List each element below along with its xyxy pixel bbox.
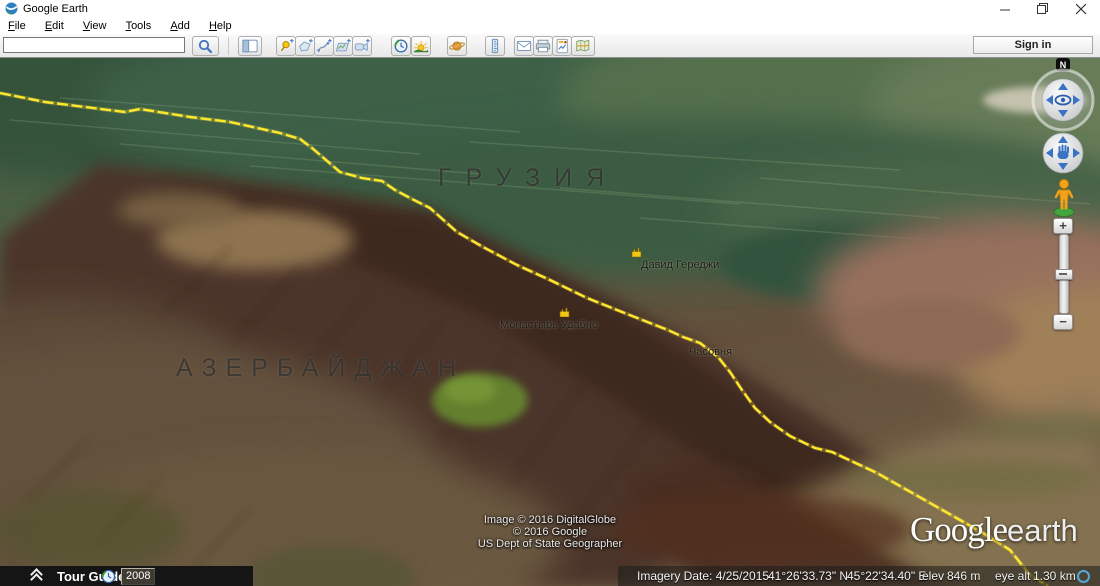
move-joystick[interactable] <box>1040 130 1086 181</box>
imagery-date: Imagery Date: 4/25/2015 <box>637 569 770 583</box>
google-earth-window: Google Earth File Edit View Tools Add He… <box>0 0 1100 586</box>
title-bar: Google Earth <box>0 0 1100 18</box>
search-button[interactable] <box>192 36 219 56</box>
placemark-icon <box>280 38 294 52</box>
menu-edit[interactable]: Edit <box>37 18 72 32</box>
history-clock-icon <box>101 569 116 583</box>
menu-view[interactable]: View <box>75 18 115 32</box>
print-button[interactable] <box>533 36 553 56</box>
restore-button[interactable] <box>1026 0 1060 18</box>
email-button[interactable] <box>514 36 534 56</box>
country-label-georgia: ГРУЗИЯ <box>438 164 619 192</box>
imagery-year-badge: 2008 <box>121 567 156 585</box>
printer-icon <box>535 39 551 53</box>
history-clock-icon <box>394 39 408 53</box>
image-overlay-icon <box>335 38 351 52</box>
sun-icon <box>413 41 429 53</box>
window-title: Google Earth <box>23 3 88 15</box>
google-maps-icon <box>576 39 590 52</box>
logo-earth-text: earth <box>1007 513 1078 548</box>
streaming-progress-icon <box>1077 570 1090 583</box>
email-icon <box>516 41 532 51</box>
historical-imagery-indicator[interactable]: 2008 <box>101 567 156 585</box>
eye-altitude-label: eye alt <box>995 569 1031 583</box>
latitude-readout: 41°26'33.73" N <box>768 569 849 583</box>
copyright-line: © 2016 Google <box>512 526 588 539</box>
ruler-icon <box>491 38 499 54</box>
search-icon <box>198 39 212 54</box>
zoom-in-button[interactable]: + <box>1053 218 1073 234</box>
planets-button[interactable] <box>447 36 467 56</box>
longitude-readout: 45°22'34.40" E <box>847 569 927 583</box>
sunlight-button[interactable] <box>411 36 431 56</box>
add-placemark-button[interactable] <box>276 36 296 56</box>
sidebar-icon <box>242 39 258 53</box>
elevation-value: 846 m <box>947 569 981 583</box>
elevation-label: elev <box>922 569 945 583</box>
ruler-button[interactable] <box>485 36 505 56</box>
logo-google-text: Google <box>910 510 1008 549</box>
menu-tools[interactable]: Tools <box>118 18 160 32</box>
path-icon <box>317 38 332 52</box>
pegman[interactable] <box>1051 176 1077 223</box>
sign-in-button[interactable]: Sign in <box>973 36 1093 54</box>
copyright-line: US Dept of State Geographer <box>477 538 623 551</box>
add-image-overlay-button[interactable] <box>333 36 353 56</box>
pegman-figure-icon <box>1054 179 1074 210</box>
search-input[interactable] <box>3 37 185 53</box>
menu-bar: File Edit View Tools Add Help <box>0 18 1100 34</box>
map-viewport: ГРУЗИЯ АЗЕРБАЙДЖАН Давид Гереджи Монасты… <box>0 58 1100 586</box>
menu-add[interactable]: Add <box>162 18 198 32</box>
view-in-google-maps-button[interactable] <box>571 36 595 56</box>
zoom-slider-handle[interactable] <box>1055 269 1073 280</box>
add-polygon-button[interactable] <box>295 36 315 56</box>
save-image-icon <box>556 38 568 54</box>
country-label-azerbaijan: АЗЕРБАЙДЖАН <box>176 354 466 382</box>
toolbar-separator <box>228 37 229 55</box>
record-tour-button[interactable] <box>352 36 372 56</box>
saturn-icon <box>449 41 465 51</box>
add-path-button[interactable] <box>314 36 334 56</box>
status-bar: Imagery Date: 4/25/2015 41°26'33.73" N 4… <box>618 566 1100 586</box>
zoom-slider-track[interactable] <box>1055 234 1073 314</box>
copyright-line: Image © 2016 DigitalGlobe <box>483 514 617 526</box>
close-button[interactable] <box>1064 0 1098 18</box>
poi-label-david-gareja[interactable]: Давид Гереджи <box>641 259 719 271</box>
menu-help[interactable]: Help <box>201 18 240 32</box>
zoom-control: + − <box>1053 218 1075 330</box>
poi-label-chapel[interactable]: Часовня <box>689 346 732 358</box>
zoom-out-button[interactable]: − <box>1053 314 1073 330</box>
save-image-button[interactable] <box>552 36 572 56</box>
sidebar-toggle-button[interactable] <box>238 36 262 56</box>
video-camera-icon <box>354 38 370 51</box>
historical-imagery-button[interactable] <box>391 36 411 56</box>
poi-label-udabno-monastery[interactable]: Монастырь Удабно <box>500 319 598 331</box>
minimize-button[interactable] <box>988 0 1022 18</box>
toolbar: Sign in <box>0 34 1100 58</box>
polygon-icon <box>299 38 313 52</box>
menu-file[interactable]: File <box>0 18 34 32</box>
eye-altitude-value: 1.30 km <box>1033 569 1076 583</box>
google-earth-watermark: Googleearth <box>910 510 1078 550</box>
copyright-block: Image © 2016 DigitalGlobe © 2016 Google … <box>430 514 670 551</box>
